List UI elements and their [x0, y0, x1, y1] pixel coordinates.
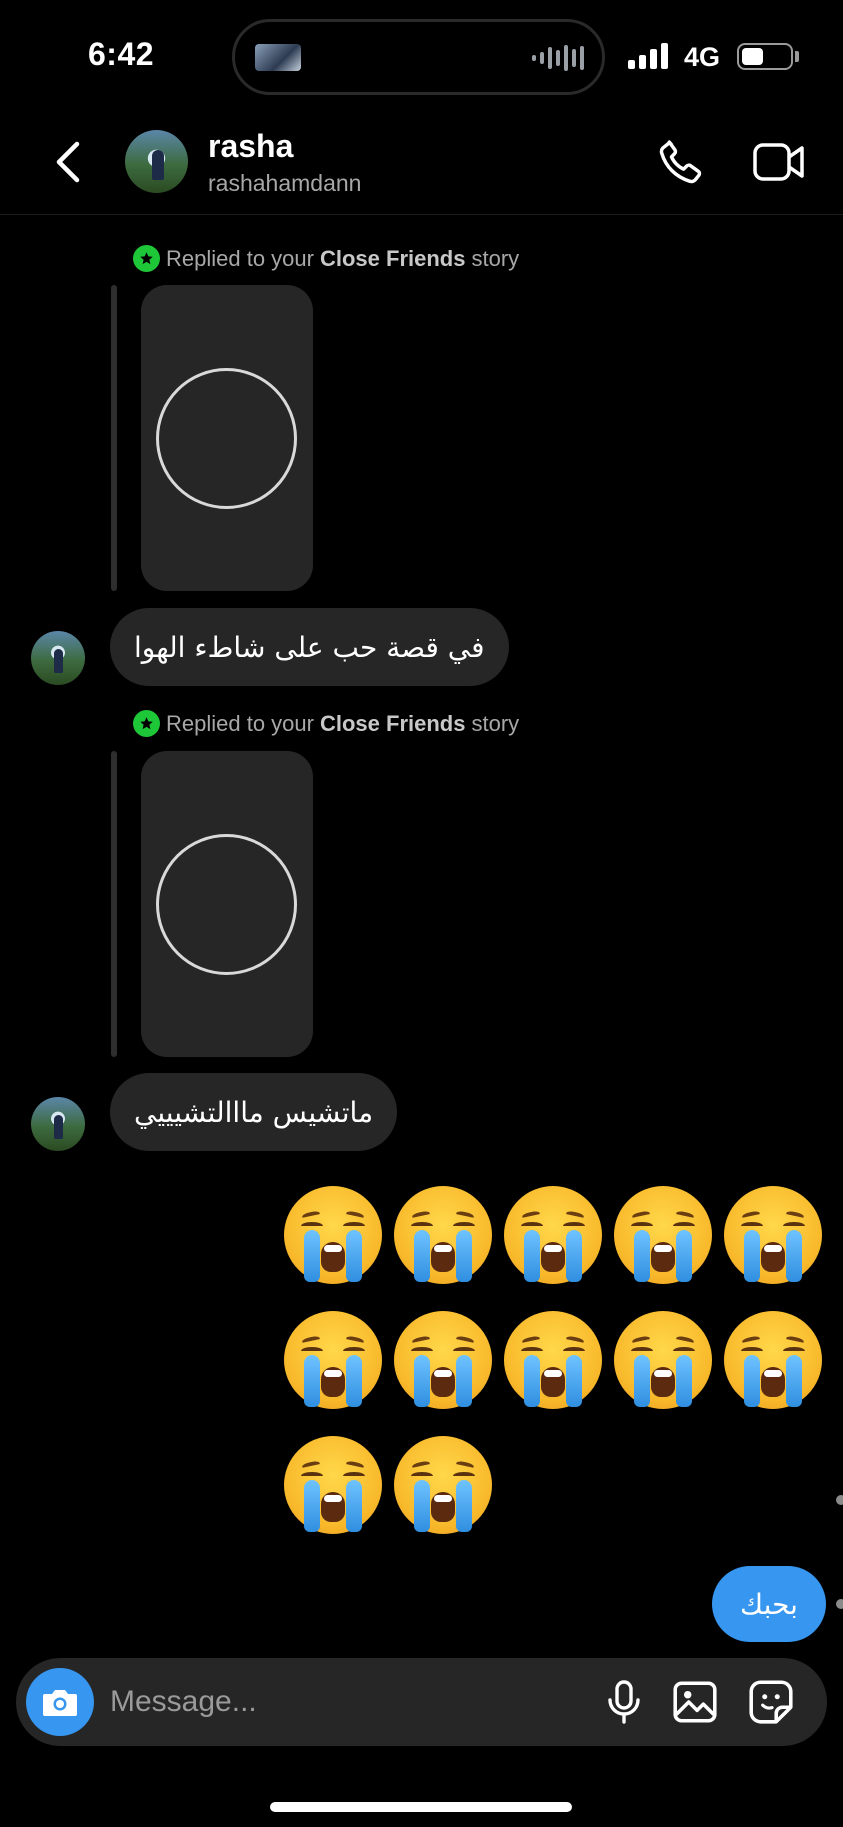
- sticker-button[interactable]: [746, 1677, 796, 1727]
- message-status-dot: [836, 1495, 843, 1505]
- story-reply-note: Replied to your Close Friends story: [133, 710, 519, 737]
- loudly-crying-face-icon: [614, 1186, 712, 1284]
- loudly-crying-face-icon: [724, 1186, 822, 1284]
- loudly-crying-face-icon: [284, 1436, 382, 1534]
- reply-quote-bar: [111, 285, 117, 591]
- cellular-signal-icon: [628, 43, 668, 69]
- loudly-crying-face-icon: [504, 1186, 602, 1284]
- contact-avatar[interactable]: [125, 130, 188, 193]
- loudly-crying-face-icon: [284, 1186, 382, 1284]
- back-button[interactable]: [44, 132, 94, 192]
- message-composer: [16, 1658, 827, 1746]
- microphone-icon: [608, 1680, 640, 1724]
- reply-quote-bar: [111, 751, 117, 1057]
- image-icon: [673, 1681, 717, 1723]
- close-friends-star-icon: [133, 245, 160, 272]
- camera-button[interactable]: [26, 1668, 94, 1736]
- loudly-crying-face-icon: [614, 1311, 712, 1409]
- now-playing-thumbnail: [255, 44, 301, 71]
- audio-waveform-icon: [532, 42, 584, 74]
- reply-note-close-friends: Close Friends: [319, 710, 466, 736]
- phone-icon: [659, 140, 702, 184]
- battery-tip: [795, 51, 799, 62]
- story-unavailable-circle: [156, 834, 297, 975]
- chevron-left-icon: [56, 141, 80, 183]
- reply-note-prefix: Replied to your: [166, 710, 314, 736]
- reply-note-prefix: Replied to your: [166, 245, 314, 271]
- chat-header: rasha rashahamdann: [0, 110, 843, 215]
- loudly-crying-face-icon: [394, 1436, 492, 1534]
- sticker-icon: [749, 1680, 793, 1724]
- reply-note-close-friends: Close Friends: [319, 245, 466, 271]
- sender-avatar[interactable]: [31, 1097, 85, 1151]
- gallery-button[interactable]: [670, 1677, 720, 1727]
- story-reply-note: Replied to your Close Friends story: [133, 245, 519, 272]
- close-friends-star-icon: [133, 710, 160, 737]
- loudly-crying-face-icon: [284, 1311, 382, 1409]
- network-type: 4G: [684, 42, 721, 72]
- message-input[interactable]: [110, 1658, 510, 1746]
- voice-message-button[interactable]: [600, 1678, 648, 1726]
- status-time: 6:42: [88, 36, 155, 72]
- video-call-button[interactable]: [752, 140, 806, 184]
- home-indicator[interactable]: [270, 1802, 572, 1812]
- loudly-crying-face-icon: [394, 1311, 492, 1409]
- audio-call-button[interactable]: [655, 136, 707, 188]
- contact-username[interactable]: rashahamdann: [208, 170, 361, 197]
- message-status-dot: [836, 1599, 843, 1609]
- incoming-message-bubble[interactable]: ماتشيس مااالتشيييي: [110, 1073, 398, 1151]
- story-preview-card[interactable]: [141, 285, 313, 591]
- story-unavailable-circle: [156, 368, 297, 509]
- camera-icon: [43, 1690, 77, 1716]
- sender-avatar[interactable]: [31, 631, 85, 685]
- outgoing-message-bubble[interactable]: بحبك: [712, 1566, 826, 1642]
- loudly-crying-face-icon: [724, 1311, 822, 1409]
- reply-note-suffix: story: [471, 710, 520, 736]
- video-camera-icon: [753, 143, 804, 181]
- battery-icon: [737, 43, 793, 70]
- story-preview-card[interactable]: [141, 751, 313, 1057]
- incoming-message-bubble[interactable]: في قصة حب على شاطء الهوا: [110, 608, 509, 686]
- reply-note-suffix: story: [471, 245, 520, 271]
- loudly-crying-face-icon: [504, 1311, 602, 1409]
- contact-name[interactable]: rasha: [208, 128, 293, 165]
- loudly-crying-face-icon: [394, 1186, 492, 1284]
- dynamic-island[interactable]: [232, 19, 605, 95]
